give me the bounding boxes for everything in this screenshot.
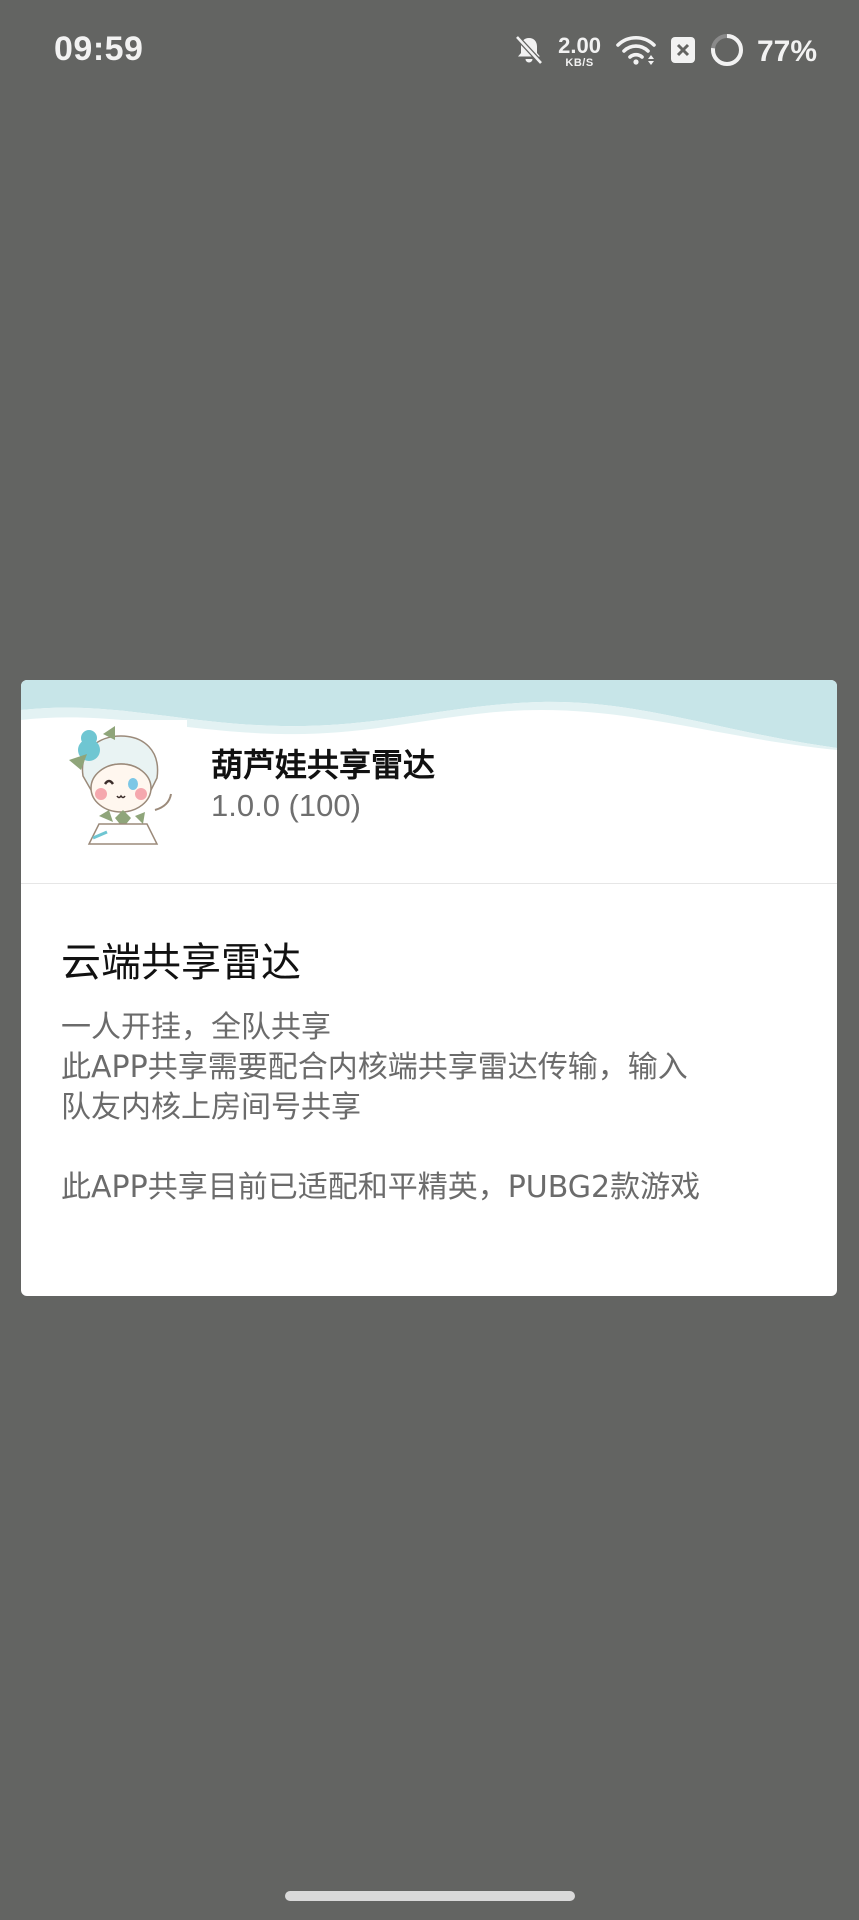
header-divider xyxy=(21,883,837,884)
status-bar: 09:59 2.00 KB/S 77% xyxy=(0,0,859,100)
network-speed-value: 2.00 xyxy=(558,33,601,58)
app-name: 葫芦娃共享雷达 xyxy=(211,746,436,784)
dialog-body: 一人开挂，全队共享 此APP共享需要配合内核端共享雷达传输，输入 队友内核上房间… xyxy=(61,1008,821,1208)
body-line: 此APP共享需要配合内核端共享雷达传输，输入 xyxy=(61,1050,688,1085)
body-line: 此APP共享目前已适配和平精英，PUBG2款游戏 xyxy=(61,1170,701,1205)
network-speed: 2.00 KB/S xyxy=(558,35,601,69)
wifi-icon xyxy=(615,33,657,71)
home-indicator[interactable] xyxy=(285,1891,575,1901)
network-speed-unit: KB/S xyxy=(565,57,594,69)
body-line: 一人开挂，全队共享 xyxy=(61,1010,331,1045)
battery-percent: 77% xyxy=(756,35,817,68)
dialog-title: 云端共享雷达 xyxy=(61,940,301,986)
app-version: 1.0.0 (100) xyxy=(211,788,361,823)
body-line: 队友内核上房间号共享 xyxy=(61,1090,361,1125)
status-icons: 2.00 KB/S 77% xyxy=(512,30,817,74)
app-icon xyxy=(59,720,187,848)
app-header: 葫芦娃共享雷达 1.0.0 (100) xyxy=(21,680,837,883)
status-time: 09:59 xyxy=(54,30,144,68)
battery-ring-icon xyxy=(709,32,745,72)
bell-muted-icon xyxy=(512,33,546,71)
app-info-dialog: 葫芦娃共享雷达 1.0.0 (100) 云端共享雷达 一人开挂，全队共享 此AP… xyxy=(21,680,837,1296)
close-box-icon xyxy=(669,33,697,71)
